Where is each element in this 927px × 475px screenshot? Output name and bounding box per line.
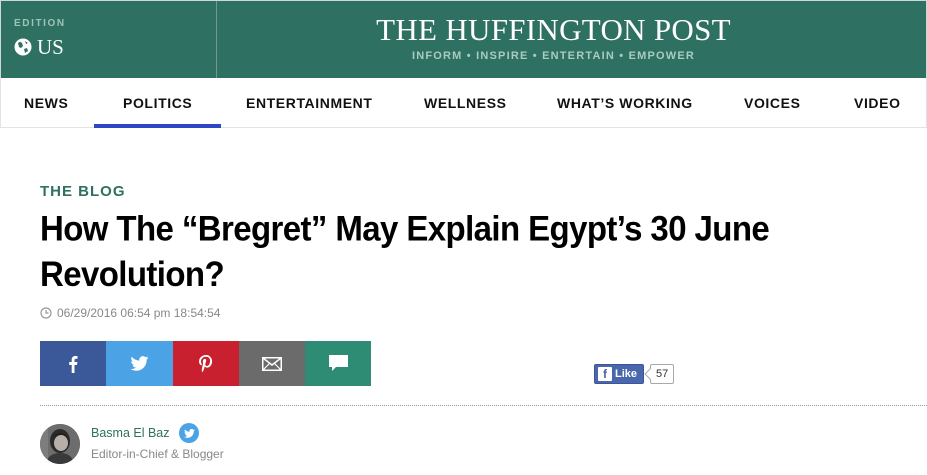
edition-selector[interactable]: EDITION US xyxy=(1,1,217,79)
site-logo[interactable]: THE HUFFINGTON POST INFORM • INSPIRE • E… xyxy=(217,1,926,79)
avatar-image xyxy=(40,424,80,464)
share-email-button[interactable] xyxy=(239,341,305,386)
logo-title: THE HUFFINGTON POST xyxy=(376,12,731,47)
nav-item-voices[interactable]: VOICES xyxy=(744,78,801,127)
share-facebook-button[interactable] xyxy=(40,341,106,386)
facebook-like-widget: f Like 57 xyxy=(594,364,675,384)
article-headline: How The “Bregret” May Explain Egypt’s 30… xyxy=(40,208,770,294)
section-label[interactable]: THE BLOG xyxy=(40,183,126,200)
author-twitter-button[interactable] xyxy=(179,423,199,443)
pinterest-icon xyxy=(199,354,213,372)
share-bar xyxy=(40,341,371,386)
share-comment-button[interactable] xyxy=(305,341,371,386)
nav-item-entertainment[interactable]: ENTERTAINMENT xyxy=(246,78,373,127)
author-name[interactable]: Basma El Baz xyxy=(91,426,170,440)
nav-item-politics[interactable]: POLITICS xyxy=(93,78,222,128)
facebook-like-button[interactable]: f Like xyxy=(594,364,645,384)
logo-tagline: INFORM • INSPIRE • ENTERTAIN • EMPOWER xyxy=(411,50,696,62)
facebook-like-label: Like xyxy=(615,368,638,380)
nav-item-video[interactable]: VIDEO xyxy=(854,78,901,127)
author-avatar[interactable] xyxy=(40,424,80,464)
site-header: EDITION US THE HUFFINGTON POST INFORM • … xyxy=(0,0,927,79)
timestamp-text: 06/29/2016 06:54 pm 18:54:54 xyxy=(57,306,221,320)
clock-icon xyxy=(40,307,52,319)
author-role: Editor-in-Chief & Blogger xyxy=(91,447,224,461)
facebook-icon xyxy=(69,355,78,373)
twitter-icon xyxy=(130,356,149,371)
article-timestamp: 06/29/2016 06:54 pm 18:54:54 xyxy=(40,306,220,320)
twitter-icon xyxy=(183,428,195,438)
edition-value-text: US xyxy=(37,34,64,59)
edition-label: EDITION xyxy=(14,18,66,29)
facebook-like-count: 57 xyxy=(650,364,675,384)
nav-item-news[interactable]: NEWS xyxy=(24,78,68,127)
edition-value[interactable]: US xyxy=(14,34,64,60)
envelope-icon xyxy=(262,356,282,371)
globe-icon xyxy=(14,38,32,56)
comment-icon xyxy=(328,355,348,371)
nav-item-wellness[interactable]: WELLNESS xyxy=(424,78,507,127)
divider xyxy=(40,405,927,406)
share-pinterest-button[interactable] xyxy=(173,341,239,386)
nav-item-whats-working[interactable]: WHAT’S WORKING xyxy=(557,78,693,127)
facebook-f-icon: f xyxy=(598,367,612,381)
main-nav: NEWS POLITICS ENTERTAINMENT WELLNESS WHA… xyxy=(0,78,927,128)
share-twitter-button[interactable] xyxy=(106,341,173,386)
